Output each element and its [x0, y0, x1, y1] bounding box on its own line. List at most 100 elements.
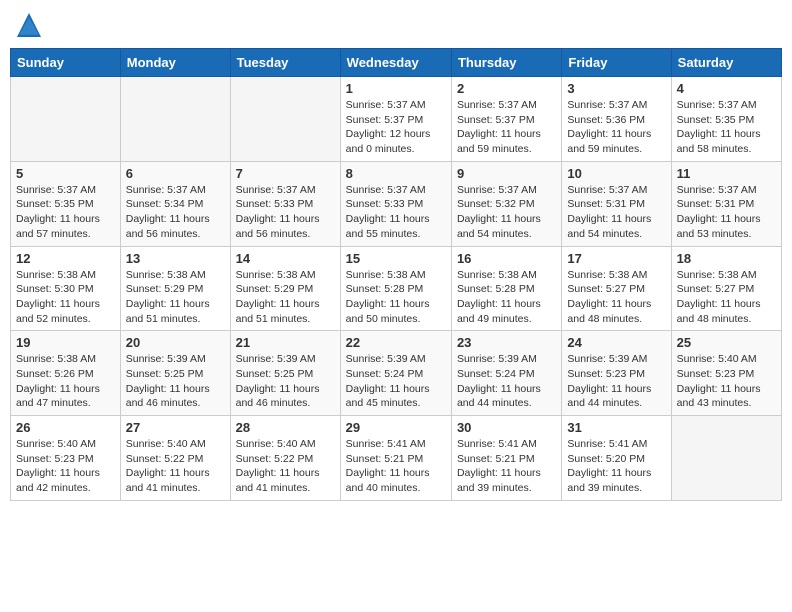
calendar-day-cell: 3 Sunrise: 5:37 AM Sunset: 5:36 PM Daylig… — [562, 77, 671, 162]
day-info: Sunrise: 5:39 AM Sunset: 5:24 PM Dayligh… — [346, 352, 446, 411]
day-number: 25 — [677, 335, 776, 350]
day-number: 19 — [16, 335, 115, 350]
calendar-day-cell: 19 Sunrise: 5:38 AM Sunset: 5:26 PM Dayli… — [11, 331, 121, 416]
day-info: Sunrise: 5:38 AM Sunset: 5:27 PM Dayligh… — [567, 268, 665, 327]
calendar-table: SundayMondayTuesdayWednesdayThursdayFrid… — [10, 48, 782, 501]
day-number: 23 — [457, 335, 556, 350]
day-info: Sunrise: 5:38 AM Sunset: 5:29 PM Dayligh… — [236, 268, 335, 327]
day-info: Sunrise: 5:41 AM Sunset: 5:20 PM Dayligh… — [567, 437, 665, 496]
day-info: Sunrise: 5:38 AM Sunset: 5:27 PM Dayligh… — [677, 268, 776, 327]
day-info: Sunrise: 5:37 AM Sunset: 5:33 PM Dayligh… — [346, 183, 446, 242]
weekday-header-sunday: Sunday — [11, 49, 121, 77]
calendar-day-cell: 5Sunrise: 5:37 AM Sunset: 5:35 PM Daylig… — [11, 161, 121, 246]
calendar-day-cell — [671, 416, 781, 501]
calendar-day-cell: 13Sunrise: 5:38 AM Sunset: 5:29 PM Dayli… — [120, 246, 230, 331]
day-number: 1 — [346, 81, 446, 96]
day-info: Sunrise: 5:37 AM Sunset: 5:34 PM Dayligh… — [126, 183, 225, 242]
calendar-day-cell — [230, 77, 340, 162]
day-number: 12 — [16, 251, 115, 266]
calendar-week-row: 26 Sunrise: 5:40 AM Sunset: 5:23 PM Dayli… — [11, 416, 782, 501]
page-header — [10, 10, 782, 40]
day-number: 27 — [126, 420, 225, 435]
day-info: Sunrise: 5:39 AM Sunset: 5:23 PM Dayligh… — [567, 352, 665, 411]
weekday-header-row: SundayMondayTuesdayWednesdayThursdayFrid… — [11, 49, 782, 77]
weekday-header-tuesday: Tuesday — [230, 49, 340, 77]
day-number: 26 — [16, 420, 115, 435]
calendar-day-cell — [11, 77, 121, 162]
calendar-week-row: 5Sunrise: 5:37 AM Sunset: 5:35 PM Daylig… — [11, 161, 782, 246]
day-info: Sunrise: 5:37 AM Sunset: 5:33 PM Dayligh… — [236, 183, 335, 242]
calendar-day-cell: 17 Sunrise: 5:38 AM Sunset: 5:27 PM Dayli… — [562, 246, 671, 331]
calendar-week-row: 1 Sunrise: 5:37 AM Sunset: 5:37 PM Daylig… — [11, 77, 782, 162]
calendar-day-cell: 22 Sunrise: 5:39 AM Sunset: 5:24 PM Dayli… — [340, 331, 451, 416]
weekday-header-saturday: Saturday — [671, 49, 781, 77]
day-number: 3 — [567, 81, 665, 96]
calendar-day-cell: 24 Sunrise: 5:39 AM Sunset: 5:23 PM Dayli… — [562, 331, 671, 416]
day-number: 31 — [567, 420, 665, 435]
calendar-day-cell: 9 Sunrise: 5:37 AM Sunset: 5:32 PM Daylig… — [451, 161, 561, 246]
day-info: Sunrise: 5:38 AM Sunset: 5:26 PM Dayligh… — [16, 352, 115, 411]
day-number: 30 — [457, 420, 556, 435]
calendar-day-cell: 18 Sunrise: 5:38 AM Sunset: 5:27 PM Dayli… — [671, 246, 781, 331]
calendar-day-cell: 6 Sunrise: 5:37 AM Sunset: 5:34 PM Daylig… — [120, 161, 230, 246]
day-number: 21 — [236, 335, 335, 350]
calendar-day-cell: 26 Sunrise: 5:40 AM Sunset: 5:23 PM Dayli… — [11, 416, 121, 501]
calendar-day-cell: 1 Sunrise: 5:37 AM Sunset: 5:37 PM Daylig… — [340, 77, 451, 162]
day-info: Sunrise: 5:41 AM Sunset: 5:21 PM Dayligh… — [457, 437, 556, 496]
calendar-day-cell: 25Sunrise: 5:40 AM Sunset: 5:23 PM Dayli… — [671, 331, 781, 416]
day-info: Sunrise: 5:37 AM Sunset: 5:37 PM Dayligh… — [457, 98, 556, 157]
day-info: Sunrise: 5:38 AM Sunset: 5:28 PM Dayligh… — [346, 268, 446, 327]
day-number: 14 — [236, 251, 335, 266]
day-info: Sunrise: 5:39 AM Sunset: 5:24 PM Dayligh… — [457, 352, 556, 411]
calendar-day-cell: 4Sunrise: 5:37 AM Sunset: 5:35 PM Daylig… — [671, 77, 781, 162]
calendar-day-cell: 8 Sunrise: 5:37 AM Sunset: 5:33 PM Daylig… — [340, 161, 451, 246]
day-info: Sunrise: 5:41 AM Sunset: 5:21 PM Dayligh… — [346, 437, 446, 496]
day-info: Sunrise: 5:40 AM Sunset: 5:22 PM Dayligh… — [236, 437, 335, 496]
calendar-day-cell: 10Sunrise: 5:37 AM Sunset: 5:31 PM Dayli… — [562, 161, 671, 246]
calendar-day-cell: 23 Sunrise: 5:39 AM Sunset: 5:24 PM Dayli… — [451, 331, 561, 416]
calendar-week-row: 19 Sunrise: 5:38 AM Sunset: 5:26 PM Dayli… — [11, 331, 782, 416]
day-number: 28 — [236, 420, 335, 435]
day-info: Sunrise: 5:40 AM Sunset: 5:23 PM Dayligh… — [16, 437, 115, 496]
day-number: 6 — [126, 166, 225, 181]
calendar-day-cell: 7 Sunrise: 5:37 AM Sunset: 5:33 PM Daylig… — [230, 161, 340, 246]
day-info: Sunrise: 5:38 AM Sunset: 5:29 PM Dayligh… — [126, 268, 225, 327]
calendar-day-cell: 14 Sunrise: 5:38 AM Sunset: 5:29 PM Dayli… — [230, 246, 340, 331]
day-number: 7 — [236, 166, 335, 181]
day-info: Sunrise: 5:37 AM Sunset: 5:31 PM Dayligh… — [677, 183, 776, 242]
day-info: Sunrise: 5:37 AM Sunset: 5:37 PM Dayligh… — [346, 98, 446, 157]
day-number: 5 — [16, 166, 115, 181]
calendar-day-cell: 31 Sunrise: 5:41 AM Sunset: 5:20 PM Dayli… — [562, 416, 671, 501]
weekday-header-wednesday: Wednesday — [340, 49, 451, 77]
calendar-day-cell: 15 Sunrise: 5:38 AM Sunset: 5:28 PM Dayli… — [340, 246, 451, 331]
day-number: 24 — [567, 335, 665, 350]
weekday-header-thursday: Thursday — [451, 49, 561, 77]
day-number: 11 — [677, 166, 776, 181]
day-info: Sunrise: 5:37 AM Sunset: 5:32 PM Dayligh… — [457, 183, 556, 242]
calendar-week-row: 12Sunrise: 5:38 AM Sunset: 5:30 PM Dayli… — [11, 246, 782, 331]
calendar-day-cell: 16Sunrise: 5:38 AM Sunset: 5:28 PM Dayli… — [451, 246, 561, 331]
calendar-day-cell: 20Sunrise: 5:39 AM Sunset: 5:25 PM Dayli… — [120, 331, 230, 416]
day-number: 29 — [346, 420, 446, 435]
day-number: 4 — [677, 81, 776, 96]
day-number: 20 — [126, 335, 225, 350]
day-number: 10 — [567, 166, 665, 181]
calendar-day-cell — [120, 77, 230, 162]
calendar-day-cell: 2Sunrise: 5:37 AM Sunset: 5:37 PM Daylig… — [451, 77, 561, 162]
calendar-day-cell: 28 Sunrise: 5:40 AM Sunset: 5:22 PM Dayli… — [230, 416, 340, 501]
day-number: 9 — [457, 166, 556, 181]
day-number: 22 — [346, 335, 446, 350]
day-number: 18 — [677, 251, 776, 266]
day-info: Sunrise: 5:37 AM Sunset: 5:36 PM Dayligh… — [567, 98, 665, 157]
calendar-day-cell: 30 Sunrise: 5:41 AM Sunset: 5:21 PM Dayli… — [451, 416, 561, 501]
day-info: Sunrise: 5:38 AM Sunset: 5:28 PM Dayligh… — [457, 268, 556, 327]
calendar-day-cell: 29 Sunrise: 5:41 AM Sunset: 5:21 PM Dayli… — [340, 416, 451, 501]
day-number: 17 — [567, 251, 665, 266]
day-number: 8 — [346, 166, 446, 181]
logo-icon — [14, 10, 44, 40]
calendar-day-cell: 21 Sunrise: 5:39 AM Sunset: 5:25 PM Dayli… — [230, 331, 340, 416]
day-info: Sunrise: 5:40 AM Sunset: 5:22 PM Dayligh… — [126, 437, 225, 496]
day-number: 15 — [346, 251, 446, 266]
day-info: Sunrise: 5:39 AM Sunset: 5:25 PM Dayligh… — [236, 352, 335, 411]
logo — [14, 10, 48, 40]
